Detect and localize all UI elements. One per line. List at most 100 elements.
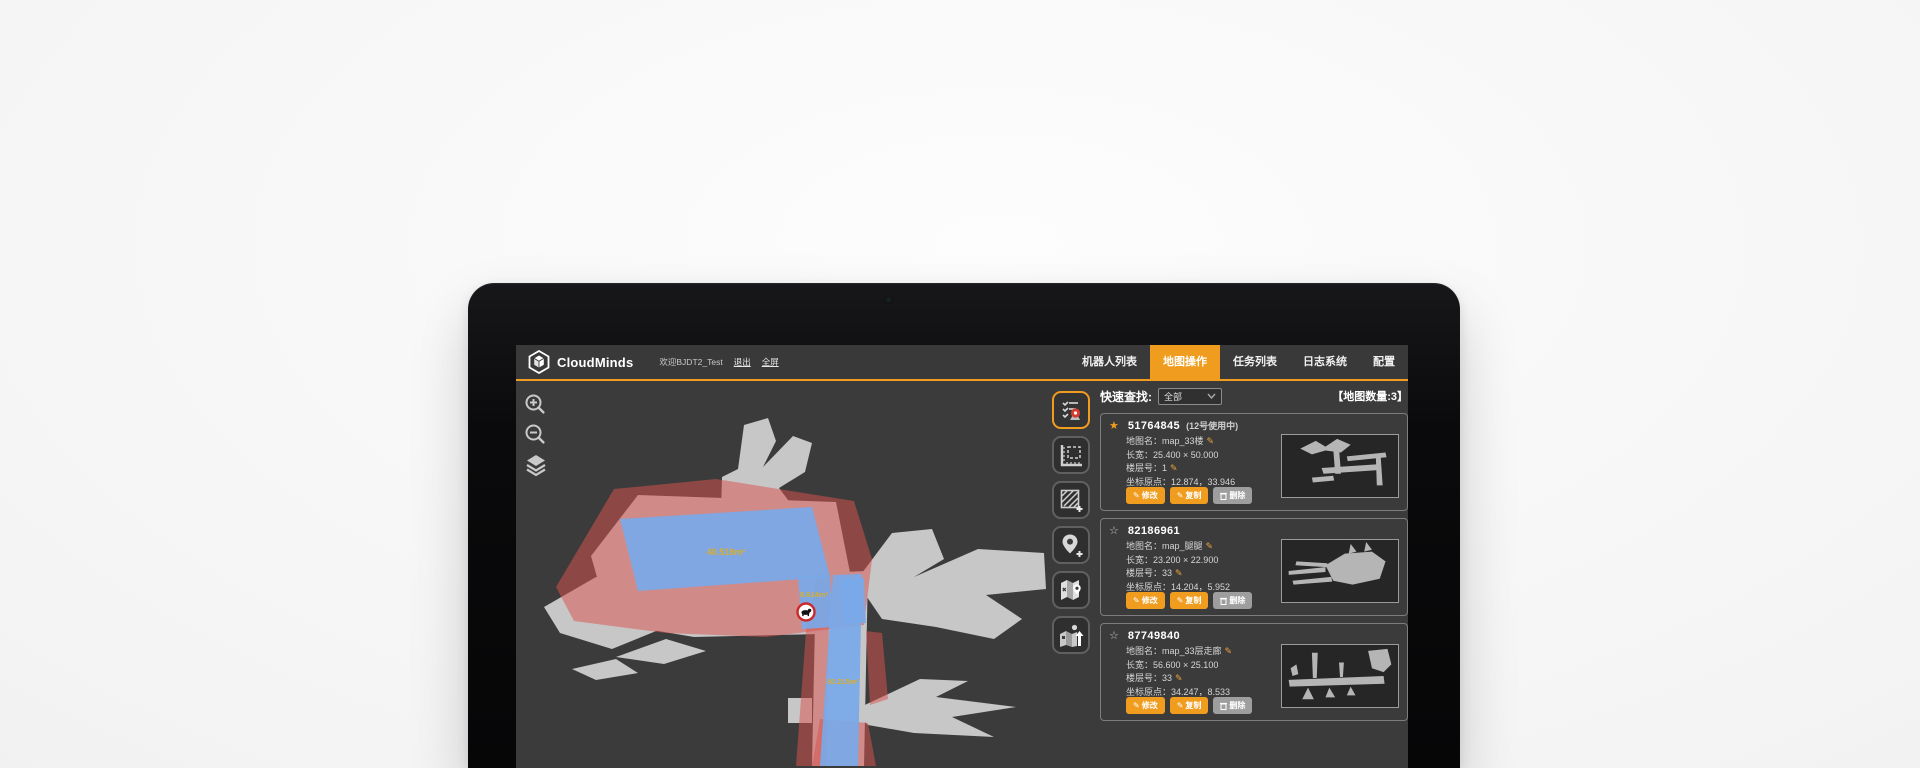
map-marker-tool[interactable] [1052,571,1090,609]
laptop-bezel: CloudMinds 欢迎BJDT2_Test 退出 全屏 机器人列表 地图操作… [468,283,1460,768]
field-label: 地图名： [1126,646,1162,656]
field-label: 坐标原点： [1126,477,1171,487]
field-value: map_腿腿 [1162,541,1203,551]
copy-button[interactable]: ✎复制 [1170,697,1209,714]
field-label: 地图名： [1126,436,1162,446]
modify-button[interactable]: ✎修改 [1126,592,1165,609]
field-label: 坐标原点： [1126,687,1171,697]
field-value: 33 [1162,568,1172,578]
field-label: 楼层号： [1126,463,1162,473]
field-value: 33 [1162,673,1172,683]
map-task-tool[interactable] [1052,391,1090,429]
add-region-tool[interactable] [1052,481,1090,519]
pencil-icon: ✎ [1177,492,1184,500]
field-value: 25.400 × 50.000 [1153,450,1218,460]
map-card[interactable]: ☆82186961 地图名：map_腿腿✎ 长宽：23.200 × 22.900… [1100,518,1408,616]
field-label: 长宽： [1126,555,1153,565]
field-value: 56.600 × 25.100 [1153,660,1218,670]
chevron-down-icon [1207,393,1216,399]
filter-dropdown[interactable]: 全部 [1158,388,1222,405]
app-screen: CloudMinds 欢迎BJDT2_Test 退出 全屏 机器人列表 地图操作… [516,345,1408,768]
delete-button[interactable]: 删除 [1213,592,1252,609]
no-entry-marker-icon[interactable] [798,604,815,621]
session-bar: 欢迎BJDT2_Test 退出 全屏 [659,356,778,368]
pencil-icon: ✎ [1177,702,1184,710]
map-canvas[interactable]: 40.519m² 8.614m² 80.215m² [516,381,1050,766]
trash-icon [1220,492,1227,500]
pencil-icon: ✎ [1133,597,1140,605]
trash-icon [1220,702,1227,710]
logout-link[interactable]: 退出 [734,356,751,368]
favorite-star-icon[interactable]: ☆ [1109,630,1119,642]
map-count: 【地图数量:3】 [1332,388,1408,404]
field-label: 楼层号： [1126,673,1162,683]
map-card[interactable]: ☆87749840 地图名：map_33层走廊✎ 长宽：56.600 × 25.… [1100,623,1408,721]
pencil-icon: ✎ [1133,702,1140,710]
field-label: 坐标原点： [1126,582,1171,592]
edit-icon[interactable]: ✎ [1175,568,1183,578]
welcome-text: 欢迎BJDT2_Test [659,356,722,368]
edit-icon[interactable]: ✎ [1225,646,1233,656]
modify-button[interactable]: ✎修改 [1126,487,1165,504]
content-area: 40.519m² 8.614m² 80.215m² [516,381,1408,766]
edit-icon[interactable]: ✎ [1175,673,1183,683]
field-value: 34.247，8.533 [1171,687,1230,697]
favorite-star-icon[interactable]: ★ [1109,420,1119,432]
add-point-tool[interactable] [1052,526,1090,564]
brand-name: CloudMinds [557,355,633,370]
field-value: 1 [1162,463,1167,473]
field-value: map_33楼 [1162,436,1204,446]
cloudminds-logo-icon [528,350,550,374]
zone-area-label: 80.215m² [827,677,860,686]
favorite-star-icon[interactable]: ☆ [1109,525,1119,537]
zone-area-label: 40.519m² [707,547,746,557]
tab-task-list[interactable]: 任务列表 [1220,345,1290,380]
delete-button[interactable]: 删除 [1213,487,1252,504]
map-status: (12号使用中) [1186,421,1238,431]
main-menu: 机器人列表 地图操作 任务列表 日志系统 配置 [1069,345,1408,380]
map-id: 87749840 [1128,630,1180,642]
tab-log-system[interactable]: 日志系统 [1290,345,1360,380]
map-id: 51764845 [1128,420,1180,432]
field-label: 楼层号： [1126,568,1162,578]
map-thumbnail[interactable] [1281,539,1399,603]
pencil-icon: ✎ [1177,597,1184,605]
brand: CloudMinds [528,350,633,374]
field-value: 23.200 × 22.900 [1153,555,1218,565]
zone-area-label: 8.614m² [800,590,828,599]
quick-find-label: 快速查找: [1100,388,1152,405]
top-nav: CloudMinds 欢迎BJDT2_Test 退出 全屏 机器人列表 地图操作… [516,345,1408,381]
webcam-dot [886,297,891,302]
edit-icon[interactable]: ✎ [1170,463,1178,473]
field-value: map_33层走廊 [1162,646,1222,656]
field-label: 地图名： [1126,541,1162,551]
upload-map-tool[interactable] [1052,616,1090,654]
tab-config[interactable]: 配置 [1360,345,1408,380]
modify-button[interactable]: ✎修改 [1126,697,1165,714]
pencil-icon: ✎ [1133,492,1140,500]
copy-button[interactable]: ✎复制 [1170,487,1209,504]
edit-icon[interactable]: ✎ [1206,541,1214,551]
zoom-out-icon[interactable] [524,423,546,445]
field-label: 长宽： [1126,450,1153,460]
edit-icon[interactable]: ✎ [1207,436,1215,446]
tab-robot-list[interactable]: 机器人列表 [1069,345,1150,380]
field-value: 14.204，5.952 [1171,582,1230,592]
map-card[interactable]: ★51764845 (12号使用中) 地图名：map_33楼✎ 长宽：25.40… [1100,413,1408,511]
layers-icon[interactable] [524,453,546,475]
copy-button[interactable]: ✎复制 [1170,592,1209,609]
fullscreen-link[interactable]: 全屏 [762,356,779,368]
tab-map-operation[interactable]: 地图操作 [1150,345,1220,380]
trash-icon [1220,597,1227,605]
field-value: 12.874，33.946 [1171,477,1235,487]
filter-value: 全部 [1164,390,1182,403]
map-thumbnail[interactable] [1281,434,1399,498]
measure-area-tool[interactable] [1052,436,1090,474]
zoom-in-icon[interactable] [524,393,546,415]
map-list-panel: 快速查找: 全部 【地图数量:3】 ★51764845 (12号 [1100,387,1408,728]
map-thumbnail[interactable] [1281,644,1399,708]
map-id: 82186961 [1128,525,1180,537]
field-label: 长宽： [1126,660,1153,670]
map-card-list: ★51764845 (12号使用中) 地图名：map_33楼✎ 长宽：25.40… [1100,413,1408,721]
delete-button[interactable]: 删除 [1213,697,1252,714]
